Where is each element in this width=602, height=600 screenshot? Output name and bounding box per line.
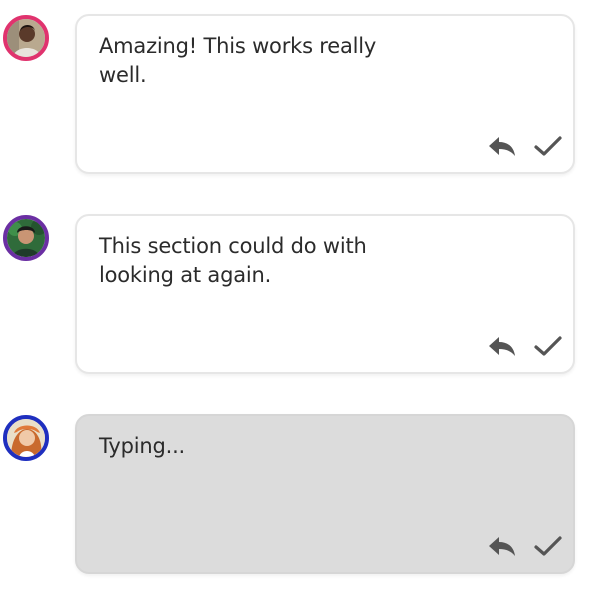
comment-item: Typing...	[0, 400, 602, 574]
reply-icon	[489, 137, 515, 156]
comment-thread: Amazing! This works really well. This se…	[0, 0, 602, 600]
comment-actions	[487, 332, 563, 360]
person-avatar-icon	[7, 219, 45, 257]
comment-item: This section could do with looking at ag…	[0, 200, 602, 374]
comment-text: Amazing! This works really well.	[99, 34, 377, 87]
comment-actions	[487, 132, 563, 160]
checkmark-icon	[534, 336, 562, 356]
comment-bubble: Amazing! This works really well.	[75, 14, 575, 174]
person-avatar-icon	[7, 19, 45, 57]
resolve-button[interactable]	[533, 332, 563, 360]
reply-button[interactable]	[487, 532, 517, 560]
checkmark-icon	[534, 536, 562, 556]
comment-text: This section could do with looking at ag…	[99, 234, 367, 287]
user-avatar[interactable]	[3, 215, 49, 261]
reply-icon	[489, 337, 515, 356]
comment-actions	[487, 532, 563, 560]
comment-bubble: This section could do with looking at ag…	[75, 214, 575, 374]
reply-button[interactable]	[487, 132, 517, 160]
reply-button[interactable]	[487, 332, 517, 360]
comment-item: Amazing! This works really well.	[0, 0, 602, 174]
person-avatar-icon	[7, 419, 45, 457]
resolve-button[interactable]	[533, 532, 563, 560]
typing-indicator: Typing...	[99, 434, 186, 458]
user-avatar[interactable]	[3, 15, 49, 61]
resolve-button[interactable]	[533, 132, 563, 160]
user-avatar[interactable]	[3, 415, 49, 461]
checkmark-icon	[534, 136, 562, 156]
reply-icon	[489, 537, 515, 556]
comment-bubble-typing: Typing...	[75, 414, 575, 574]
